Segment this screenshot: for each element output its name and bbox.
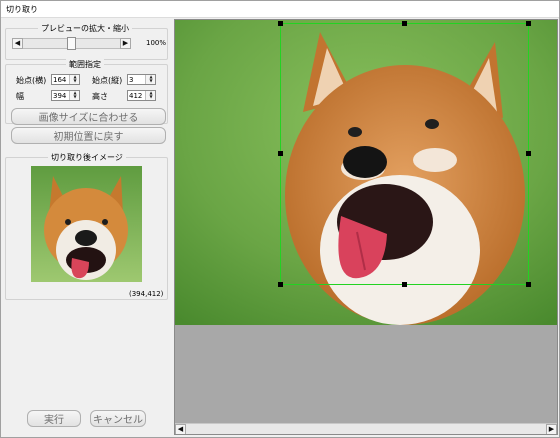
run-button[interactable]: 実行	[27, 410, 81, 427]
horizontal-scrollbar[interactable]: ◀ ▶	[175, 423, 557, 434]
zoom-slider-thumb[interactable]	[67, 37, 76, 50]
zoom-value: 100%	[146, 39, 167, 47]
start-x-input[interactable]	[52, 75, 69, 84]
left-panel: プレビューの拡大・縮小 ◀ ▶ 100% 範囲指定 始点(横) ▲▼ 始点(縦)…	[1, 18, 173, 437]
crop-handle-right[interactable]	[526, 151, 531, 156]
height-label: 高さ	[92, 92, 108, 101]
result-group-title: 切り取り後イメージ	[48, 152, 126, 163]
fit-image-size-button[interactable]: 画像サイズに合わせる	[11, 108, 166, 125]
crop-handle-top-left[interactable]	[278, 21, 283, 26]
height-input[interactable]	[128, 91, 145, 100]
arrow-down-icon[interactable]: ▼	[70, 79, 80, 83]
crop-handle-bottom-right[interactable]	[526, 282, 531, 287]
arrow-right-icon[interactable]: ▶	[120, 38, 131, 49]
crop-size-text: (394,412)	[129, 290, 164, 298]
width-label: 幅	[16, 92, 24, 101]
zoom-group: プレビューの拡大・縮小 ◀ ▶ 100%	[5, 23, 168, 60]
image-canvas[interactable]: ◀ ▶	[174, 19, 558, 435]
reset-position-button[interactable]: 初期位置に戻す	[11, 127, 166, 144]
crop-handle-left[interactable]	[278, 151, 283, 156]
crop-handle-top[interactable]	[402, 21, 407, 26]
start-y-stepper[interactable]: ▲▼	[127, 74, 156, 85]
window-title: 切り取り	[6, 5, 38, 14]
arrow-left-icon[interactable]: ◀	[175, 424, 186, 434]
title-bar: 切り取り	[1, 1, 559, 18]
start-x-stepper[interactable]: ▲▼	[51, 74, 80, 85]
start-x-label: 始点(横)	[16, 76, 47, 85]
width-input[interactable]	[52, 91, 69, 100]
start-y-label: 始点(縦)	[92, 76, 123, 85]
crop-selection-rect[interactable]	[280, 23, 529, 285]
arrow-right-icon[interactable]: ▶	[546, 424, 557, 434]
crop-dialog: 切り取り プレビューの拡大・縮小 ◀ ▶ 100% 範囲指定 始点(横) ▲▼ …	[0, 0, 560, 438]
range-group-title: 範囲指定	[66, 59, 104, 70]
zoom-group-title: プレビューの拡大・縮小	[38, 23, 132, 34]
arrow-left-icon[interactable]: ◀	[12, 38, 23, 49]
crop-handle-top-right[interactable]	[526, 21, 531, 26]
crop-handle-bottom[interactable]	[402, 282, 407, 287]
zoom-slider[interactable]: ◀ ▶	[12, 37, 131, 50]
cropped-preview-image	[31, 166, 142, 282]
width-stepper[interactable]: ▲▼	[51, 90, 80, 101]
start-y-input[interactable]	[128, 75, 145, 84]
cancel-button[interactable]: キャンセル	[90, 410, 146, 427]
crop-handle-bottom-left[interactable]	[278, 282, 283, 287]
arrow-down-icon[interactable]: ▼	[70, 95, 80, 99]
height-stepper[interactable]: ▲▼	[127, 90, 156, 101]
arrow-down-icon[interactable]: ▼	[146, 95, 156, 99]
result-group: 切り取り後イメージ (394,412)	[5, 152, 168, 300]
arrow-down-icon[interactable]: ▼	[146, 79, 156, 83]
